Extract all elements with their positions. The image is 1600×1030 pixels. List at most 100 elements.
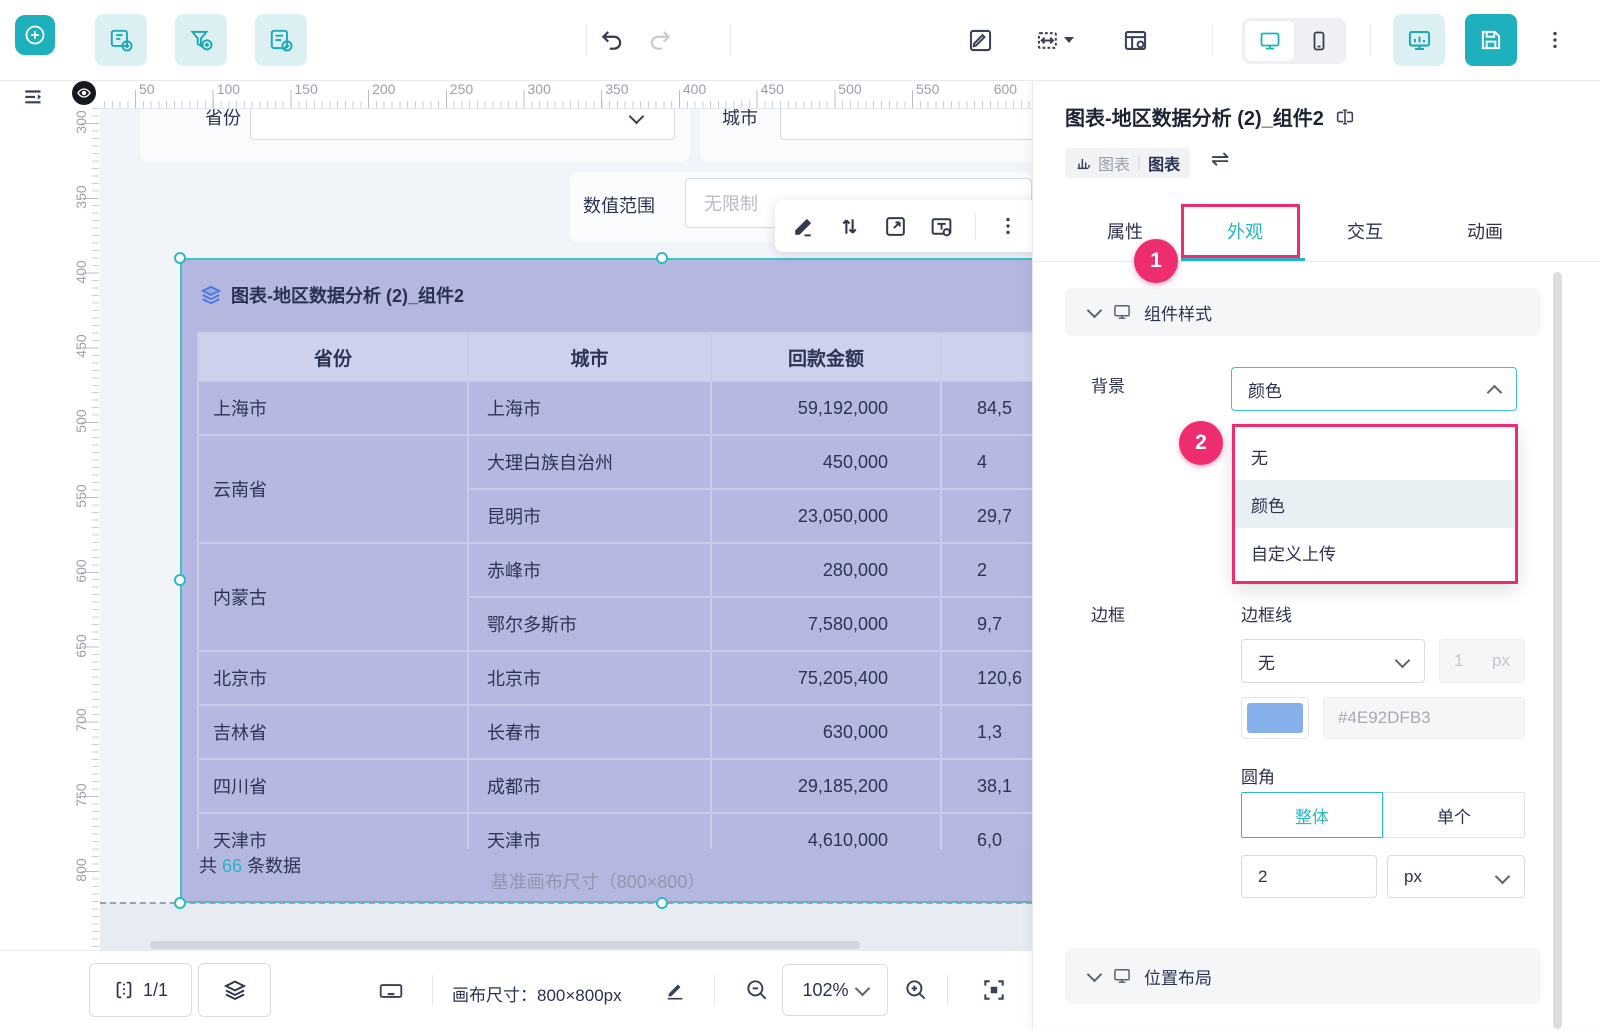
page-indicator-button[interactable]: 1/1 [89,963,192,1017]
eye-icon [76,85,92,101]
border-line-select[interactable]: 无 [1241,639,1425,683]
horizontal-scrollbar[interactable] [150,941,860,949]
table-cell-city: 赤峰市 [467,542,712,598]
table-header-row: 省份城市回款金额合同金额 [197,332,1032,382]
undo-button[interactable] [597,25,627,55]
top-toolbar [0,0,1600,81]
ruler-label: 300 [73,110,89,134]
keyboard-icon [378,978,404,1004]
add-component-button[interactable] [95,14,147,66]
expand-sidebar-button[interactable] [18,84,50,112]
undo-icon [599,27,625,53]
table-cell-amount: 450,000 [710,434,942,490]
section-component-style[interactable]: 组件样式 [1065,288,1541,336]
spacing-icon [1035,27,1062,54]
border-color-swatch[interactable] [1241,697,1309,739]
radius-mode-whole[interactable]: 整体 [1241,792,1383,838]
component-more-button[interactable] [997,215,1019,237]
component-type-chip[interactable]: 图表 | 图表 [1065,148,1191,178]
keyboard-shortcuts-button[interactable] [378,978,404,1004]
toolbar-divider [730,24,731,56]
add-form-button[interactable] [255,14,307,66]
table-cell-amount: 59,192,000 [710,380,942,436]
vertical-ruler[interactable]: 300 350 400 450 500 550 600 650 700 750 800 [70,108,100,950]
add-button[interactable] [15,15,55,55]
province-select[interactable] [250,108,675,140]
table-component[interactable]: 图表-地区数据分析 (2)_组件2 省份城市回款金额合同金额 上海市上海市59,… [180,258,1032,903]
fit-screen-button[interactable] [981,977,1007,1003]
swap-component-icon[interactable]: ⇌ [1211,146,1229,172]
page-brackets-icon [113,979,135,1001]
chevron-down-icon [1394,651,1411,671]
component-title: 图表-地区数据分析 (2)_组件2 [231,286,465,306]
radius-unit: px [1404,866,1422,886]
tab-interaction[interactable]: 交互 [1305,218,1425,244]
background-label: 背景 [1091,377,1125,396]
radius-mode-single[interactable]: 单个 [1383,792,1525,838]
move-updown-button[interactable] [837,214,862,239]
table-row: 四川省 成都市 29,185,200 38,1 [197,758,1032,814]
tab-properties[interactable]: 属性 [1065,218,1185,244]
add-filter-button[interactable] [175,14,227,66]
zoom-out-button[interactable] [744,977,770,1003]
border-width-field: 1 px [1439,639,1525,683]
table-cell-province: 吉林省 [197,704,469,760]
table-cell-contract: 4 [940,434,1032,490]
chip-type: 图表 [1148,157,1181,174]
design-tools-button[interactable] [965,25,995,55]
selection-handle-bottom-left[interactable] [174,897,186,909]
ruler-label: 400 [682,81,707,97]
panel-scrollbar[interactable] [1553,272,1562,1029]
edit-canvas-size-button[interactable] [664,979,686,1001]
selection-handle-bottom-mid[interactable] [656,897,668,909]
baseline-canvas-size-text: 基准画布尺寸（800×800） [490,872,706,892]
design-canvas[interactable]: 省份 城市 数值范围 无限制 图表-地区数据分析 (2)_组件2 省份 城市 回款金… [100,108,1032,950]
rename-icon[interactable] [1334,106,1356,128]
selection-handle-left-mid[interactable] [174,574,186,586]
expand-button[interactable] [883,214,908,239]
selection-handle-top-mid[interactable] [656,252,668,264]
text-settings-button[interactable] [929,214,954,239]
preview-icon [1406,27,1433,54]
radius-unit-select[interactable]: px [1387,855,1525,898]
spacing-button[interactable] [1032,25,1076,55]
background-select[interactable]: 颜色 [1231,367,1517,411]
component-toolbar [775,200,1032,252]
device-mobile-button[interactable] [1294,21,1343,61]
monitor-icon [1112,966,1132,986]
table-cell-city: 鄂尔多斯市 [467,596,712,652]
edit-pencil-button[interactable] [791,214,816,239]
table-cell-city: 上海市 [467,380,712,436]
zoom-in-button[interactable] [903,977,929,1003]
city-input[interactable] [780,108,1032,140]
table-cell-amount: 7,580,000 [710,596,942,652]
save-button[interactable] [1465,14,1517,66]
ruler-label: 500 [73,409,89,433]
selection-handle-top-left[interactable] [174,252,186,264]
radius-value-input[interactable]: 2 [1241,855,1377,898]
dropdown-option-color[interactable]: 颜色 [1235,480,1515,528]
annotation-badge-1: 1 [1134,239,1178,283]
ruler-label: 100 [216,81,241,97]
toolbar-more-button[interactable] [1540,25,1570,55]
horizontal-ruler[interactable]: 50 100 150 200 250 300 350 400 450 500 550 600 [100,80,1032,109]
preview-button[interactable] [1393,14,1445,66]
zoom-level-select[interactable]: 102% [782,964,888,1016]
page-settings-button[interactable] [1120,25,1150,55]
device-toggle [1242,18,1346,64]
zoom-level-value: 102% [802,979,849,1000]
settings-panel: 图表-地区数据分析 (2)_组件2 图表 | 图表 ⇌ 属性 外观 交互 动画 … [1032,80,1600,1029]
table-cell-contract: 84,5 [940,380,1032,436]
ruler-eye-button[interactable] [72,81,96,105]
chevron-down-icon [1086,966,1103,982]
ruler-label: 250 [449,81,474,97]
section-position-layout[interactable]: 位置布局 [1065,948,1541,1004]
ruler-label: 50 [139,81,155,97]
chevron-down-icon [628,108,645,125]
dropdown-option-custom-upload[interactable]: 自定义上传 [1235,528,1515,576]
device-desktop-button[interactable] [1245,21,1294,61]
dropdown-option-none[interactable]: 无 [1235,432,1515,480]
layers-button[interactable] [198,963,271,1017]
tab-animation[interactable]: 动画 [1425,218,1545,244]
redo-button[interactable] [645,25,675,55]
